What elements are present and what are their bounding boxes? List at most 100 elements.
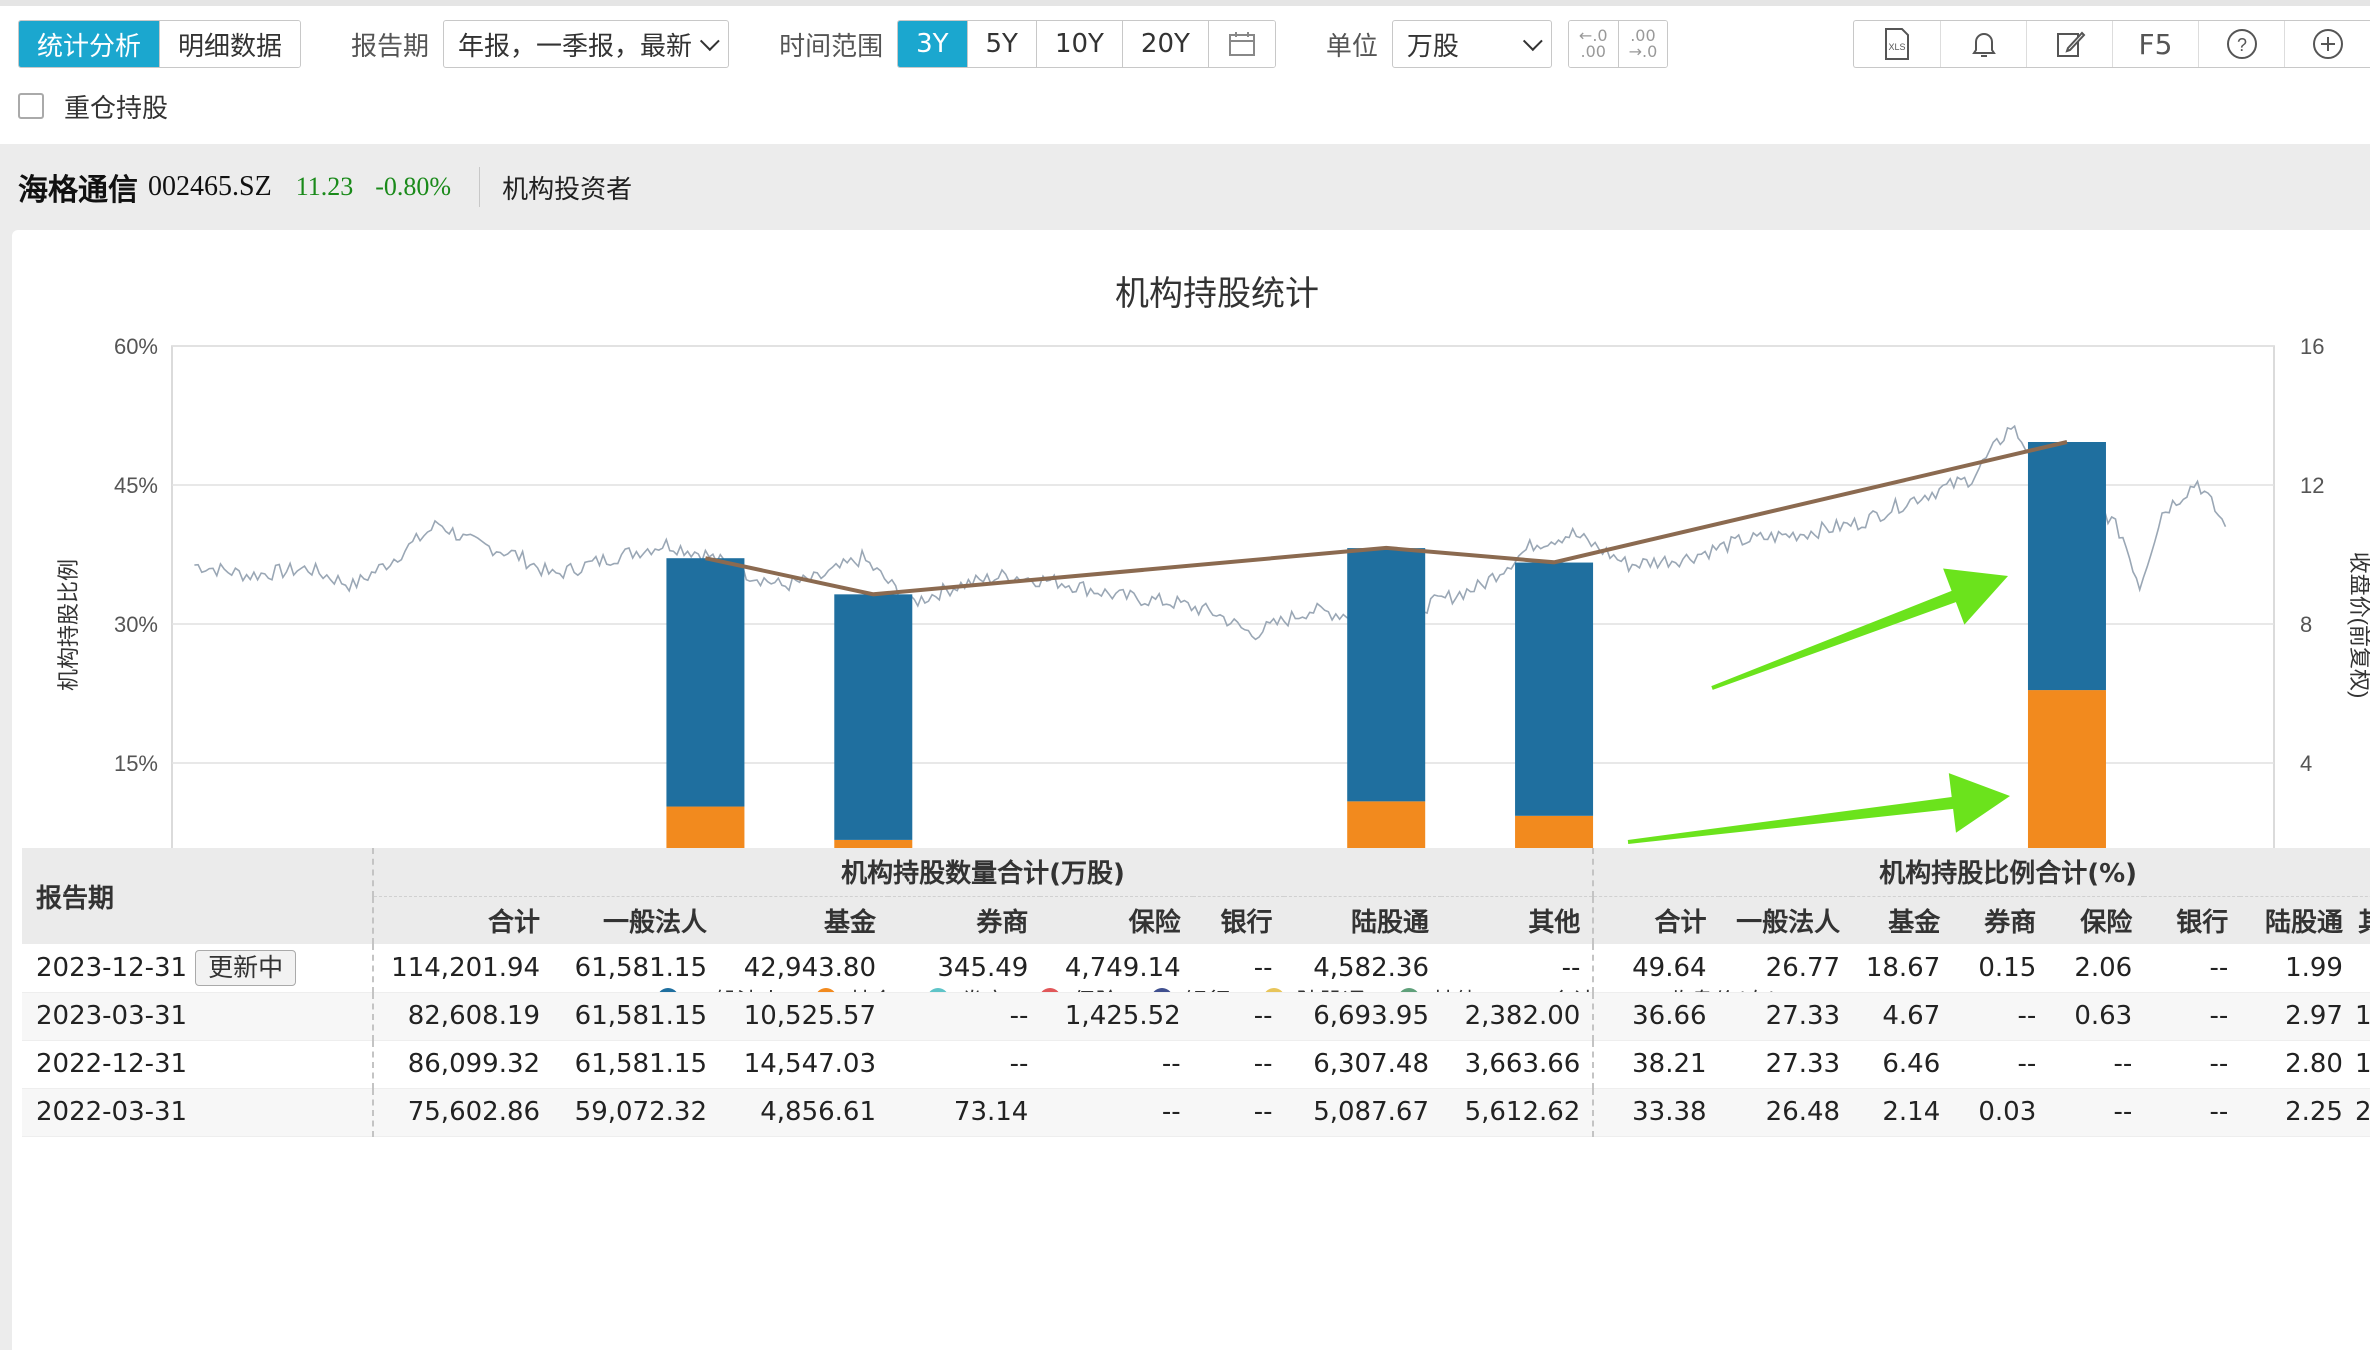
qty-cell: 86,099.32 — [371, 1040, 553, 1089]
right-axis-label: 收盘价(前复权) — [2347, 552, 2370, 699]
table-row[interactable]: 2023-03-31 82,608.19 61,581.15 10,525.57 -- 1… — [22, 992, 2370, 1041]
row-period: 2022-12-31 — [22, 1040, 373, 1089]
tab-statistics[interactable]: 统计分析 — [19, 21, 160, 67]
qty-cell: 73.14 — [888, 1088, 1041, 1137]
pct-cell: 0.63 — [2048, 992, 2145, 1041]
qty-cell: 42,943.80 — [718, 944, 889, 993]
col-pct-header[interactable]: 陆股通 — [2240, 895, 2355, 944]
table-row[interactable]: 2022-12-31 86,099.32 61,581.15 14,547.03 -- -… — [22, 1040, 2370, 1089]
pct-cell: -- — [2048, 1088, 2145, 1137]
annotation-arrow — [1627, 773, 2010, 844]
pct-cell: 1.99 — [2240, 944, 2355, 993]
decimal-increase-icon[interactable]: ←.0.00 — [1568, 21, 1618, 67]
period-date: 2023-12-31 — [36, 952, 188, 983]
qty-cell: 14,547.03 — [718, 1040, 889, 1089]
row-period: 2022-03-31 — [22, 1088, 373, 1137]
col-qty-header[interactable]: 一般法人 — [552, 895, 719, 944]
pct-cell: 2.14 — [1852, 1088, 1953, 1137]
col-pct-header[interactable]: 合计 — [1592, 895, 1719, 944]
help-icon[interactable]: ? — [2198, 21, 2284, 67]
y-right-tick-label: 4 — [2300, 751, 2312, 776]
col-pct-header[interactable]: 基金 — [1852, 895, 1953, 944]
stock-code: 002465.SZ — [148, 171, 272, 202]
col-qty-header[interactable]: 银行 — [1192, 895, 1285, 944]
range-5y[interactable]: 5Y — [966, 21, 1036, 67]
tab-detail-data[interactable]: 明细数据 — [159, 21, 301, 67]
group-qty-header: 机构持股数量合计(万股) — [371, 848, 1594, 896]
group-pct-header: 机构持股比例合计(%) — [1592, 848, 2370, 896]
stock-info-bar: 海格通信 002465.SZ 11.23 -0.80% 机构投资者 — [0, 144, 2370, 230]
stock-name: 海格通信 — [18, 173, 138, 208]
qty-cell: -- — [1440, 944, 1594, 993]
bell-icon[interactable] — [1940, 21, 2026, 67]
col-qty-header[interactable]: 合计 — [371, 895, 553, 944]
period-dropdown[interactable]: 年报，一季报，最新 — [443, 20, 730, 68]
col-pct-header[interactable]: 银行 — [2144, 895, 2241, 944]
pct-cell: -- — [2144, 1088, 2241, 1137]
col-period[interactable]: 报告期 — [22, 848, 373, 944]
edit-icon[interactable] — [2026, 21, 2112, 67]
left-axis-label: 机构持股比例 — [56, 559, 81, 691]
heavy-holdings-checkbox[interactable] — [18, 93, 44, 119]
y-right-tick-label: 8 — [2300, 612, 2312, 637]
col-pct-header[interactable]: 一般法人 — [1718, 895, 1853, 944]
qty-cell: 61,581.15 — [552, 944, 719, 993]
pct-cell: -- — [2354, 944, 2370, 993]
col-qty-header[interactable]: 券商 — [888, 895, 1041, 944]
right-icon-bar: XLS F5 ? — [1853, 20, 2370, 68]
bar-series — [666, 442, 2106, 902]
range-10y[interactable]: 10Y — [1035, 21, 1122, 67]
range-20y[interactable]: 20Y — [1121, 21, 1208, 67]
pct-cell: -- — [2144, 1040, 2241, 1089]
pct-cell: 2.48 — [2354, 1088, 2370, 1137]
qty-cell: 5,087.67 — [1284, 1088, 1441, 1137]
col-pct-header[interactable]: 其他 — [2354, 895, 2370, 944]
table-row[interactable]: 2023-12-31 更新中 114,201.94 61,581.15 42,943.8… — [22, 944, 2370, 993]
pct-cell: 1.63 — [2354, 1040, 2370, 1089]
y-tick-label: 30% — [114, 612, 158, 637]
pct-cell: 2.97 — [2240, 992, 2355, 1041]
heavy-holdings-option[interactable]: 重仓持股 — [18, 88, 168, 124]
col-qty-header[interactable]: 基金 — [718, 895, 889, 944]
calendar-icon[interactable] — [1207, 21, 1275, 67]
xls-export-icon[interactable]: XLS — [1854, 21, 1940, 67]
range-3y[interactable]: 3Y — [898, 21, 967, 67]
table-row[interactable]: 2022-03-31 75,602.86 59,072.32 4,856.61 73.1… — [22, 1088, 2370, 1137]
f5-refresh-button[interactable]: F5 — [2112, 21, 2198, 67]
right-axis-ticks: 0481216 — [2300, 334, 2324, 915]
bar-fund — [2027, 690, 2106, 864]
plus-icon[interactable] — [2284, 21, 2370, 67]
unit-dropdown[interactable]: 万股 — [1391, 20, 1552, 68]
qty-cell: 3,663.66 — [1440, 1040, 1594, 1089]
row-period: 2023-03-31 — [22, 992, 373, 1041]
y-tick-label: 15% — [114, 751, 158, 776]
qty-cell: 6,307.48 — [1284, 1040, 1441, 1089]
table-body: 2023-12-31 更新中 114,201.94 61,581.15 42,943.8… — [22, 944, 2370, 1137]
col-pct-header[interactable]: 券商 — [1952, 895, 2049, 944]
y-tick-label: 60% — [114, 334, 158, 359]
col-qty-header[interactable]: 其他 — [1440, 895, 1594, 944]
pct-cell: 33.38 — [1592, 1088, 1719, 1137]
updating-button[interactable]: 更新中 — [195, 949, 297, 986]
annotation-arrow — [1711, 568, 2008, 690]
investor-type: 机构投资者 — [502, 174, 633, 205]
decimal-decrease-icon[interactable]: .00 →.0 — [1617, 21, 1668, 67]
y-right-tick-label: 16 — [2300, 334, 2324, 359]
qty-cell: 10,525.57 — [718, 992, 889, 1041]
heavy-holdings-label: 重仓持股 — [64, 93, 169, 124]
unit-label: 单位 — [1325, 31, 1378, 62]
bar-fund — [666, 806, 745, 853]
qty-cell: -- — [1192, 992, 1285, 1041]
pct-cell: 49.64 — [1592, 944, 1719, 993]
col-qty-header[interactable]: 陆股通 — [1284, 895, 1441, 944]
pct-cell: 27.33 — [1718, 1040, 1853, 1089]
xls-icon-text: XLS — [1888, 42, 1905, 52]
qty-cell: 4,856.61 — [718, 1088, 889, 1137]
pct-cell: 0.15 — [1952, 944, 2049, 993]
col-qty-header[interactable]: 保险 — [1040, 895, 1193, 944]
stock-price: 11.23 — [295, 172, 354, 201]
chevron-down-icon — [1522, 31, 1543, 52]
pct-cell: 26.48 — [1718, 1088, 1853, 1137]
col-pct-header[interactable]: 保险 — [2048, 895, 2145, 944]
view-tabs: 统计分析 明细数据 — [18, 20, 302, 68]
